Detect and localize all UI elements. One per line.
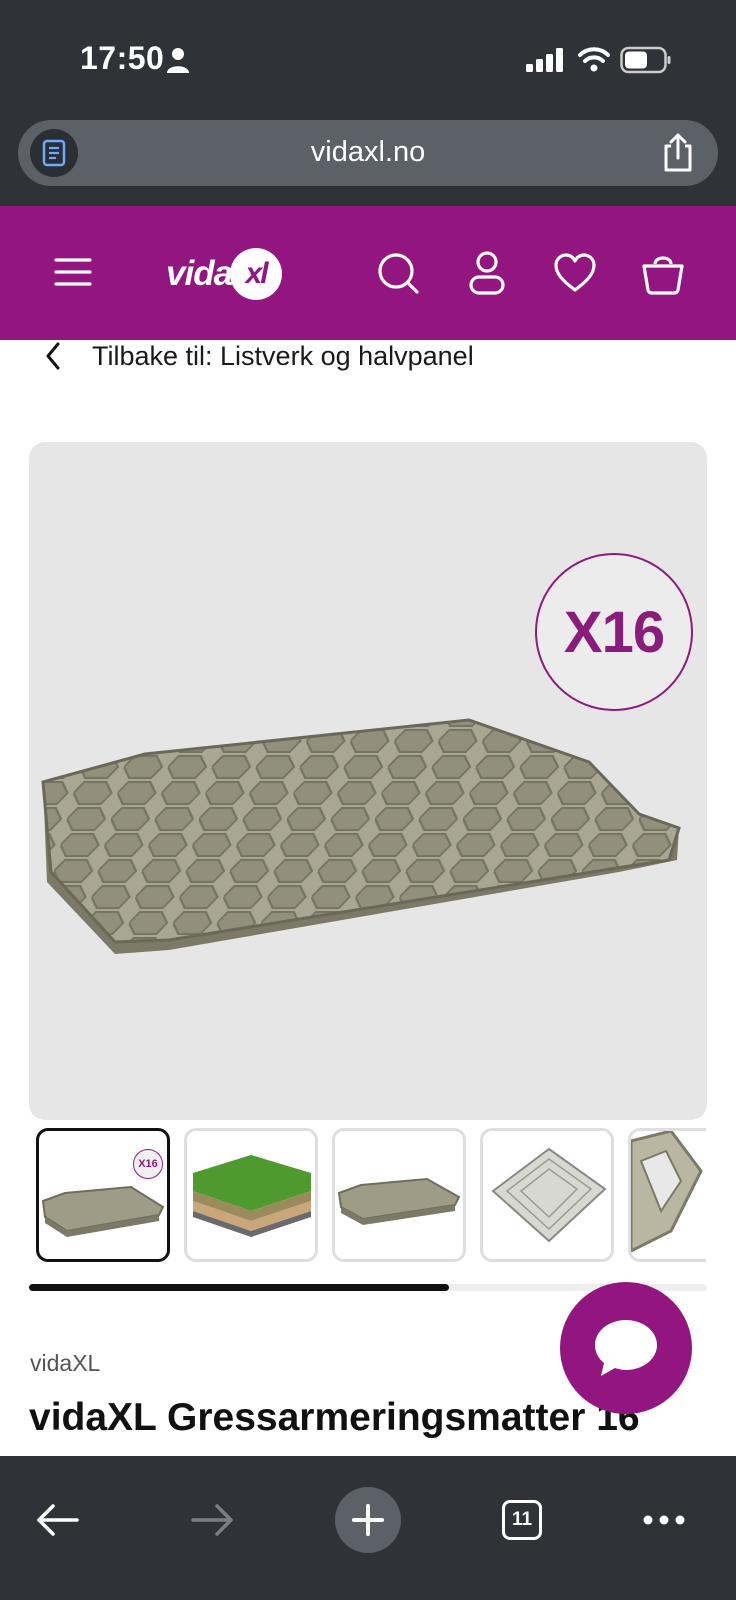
more-icon [643,1515,685,1525]
thumb-mat-closeup-image [631,1131,703,1253]
product-main-image[interactable]: X16 [29,442,707,1120]
account-icon[interactable] [465,250,509,296]
product-brand[interactable]: vidaXL [30,1350,100,1377]
thumbnail-strip[interactable]: X16 [36,1128,706,1264]
thumb-badge: X16 [133,1149,163,1179]
thumb-mat-grid-image [491,1147,607,1243]
back-button[interactable] [28,1490,88,1550]
url-text[interactable]: vidaxl.no [18,136,718,169]
site-header: vida xl [0,206,736,340]
logo-text: vida [166,254,233,293]
plus-icon [352,1504,384,1536]
address-bar[interactable]: vidaxl.no [18,120,718,186]
chat-bubble-icon [595,1320,657,1376]
forward-button[interactable] [182,1490,242,1550]
forward-arrow-icon [191,1504,233,1536]
new-tab-button[interactable] [335,1487,401,1553]
grass-mat-illustration [41,718,681,954]
tabs-button[interactable]: 11 [492,1490,552,1550]
menu-icon[interactable] [54,256,92,288]
signal-icon [526,48,563,72]
browser-chrome: 17:50 vidaxl.no [0,0,736,206]
back-link[interactable]: Tilbake til: Listverk og halvpanel [40,336,474,376]
thumbnail-2[interactable] [184,1128,318,1262]
logo-accent: xl [245,257,269,290]
thumb-mat-plain-image [337,1177,461,1225]
thumb-grass-image [193,1155,311,1237]
gallery-scroll-indicator [29,1284,450,1291]
cart-icon[interactable] [641,250,685,296]
status-time: 17:50 [80,40,165,76]
thumbnail-4[interactable] [480,1128,614,1262]
chat-button[interactable] [560,1282,692,1414]
browser-toolbar: 11 [0,1456,736,1600]
thumbnail-3[interactable] [332,1128,466,1262]
wishlist-icon[interactable] [553,250,597,296]
logo-circle: xl [230,248,283,300]
person-icon [167,48,189,73]
wifi-icon [578,47,610,72]
thumbnail-5[interactable] [628,1128,706,1262]
chevron-left-icon [46,342,60,370]
share-icon[interactable] [658,132,698,174]
back-link-label: Tilbake til: Listverk og halvpanel [92,340,474,371]
back-arrow-icon [37,1504,79,1536]
search-icon[interactable] [376,250,420,296]
battery-icon [620,46,671,74]
vidaxl-logo[interactable]: vida xl [166,240,290,308]
thumbnail-1[interactable]: X16 [36,1128,170,1262]
tabs-icon: 11 [502,1500,542,1540]
more-button[interactable] [634,1490,694,1550]
